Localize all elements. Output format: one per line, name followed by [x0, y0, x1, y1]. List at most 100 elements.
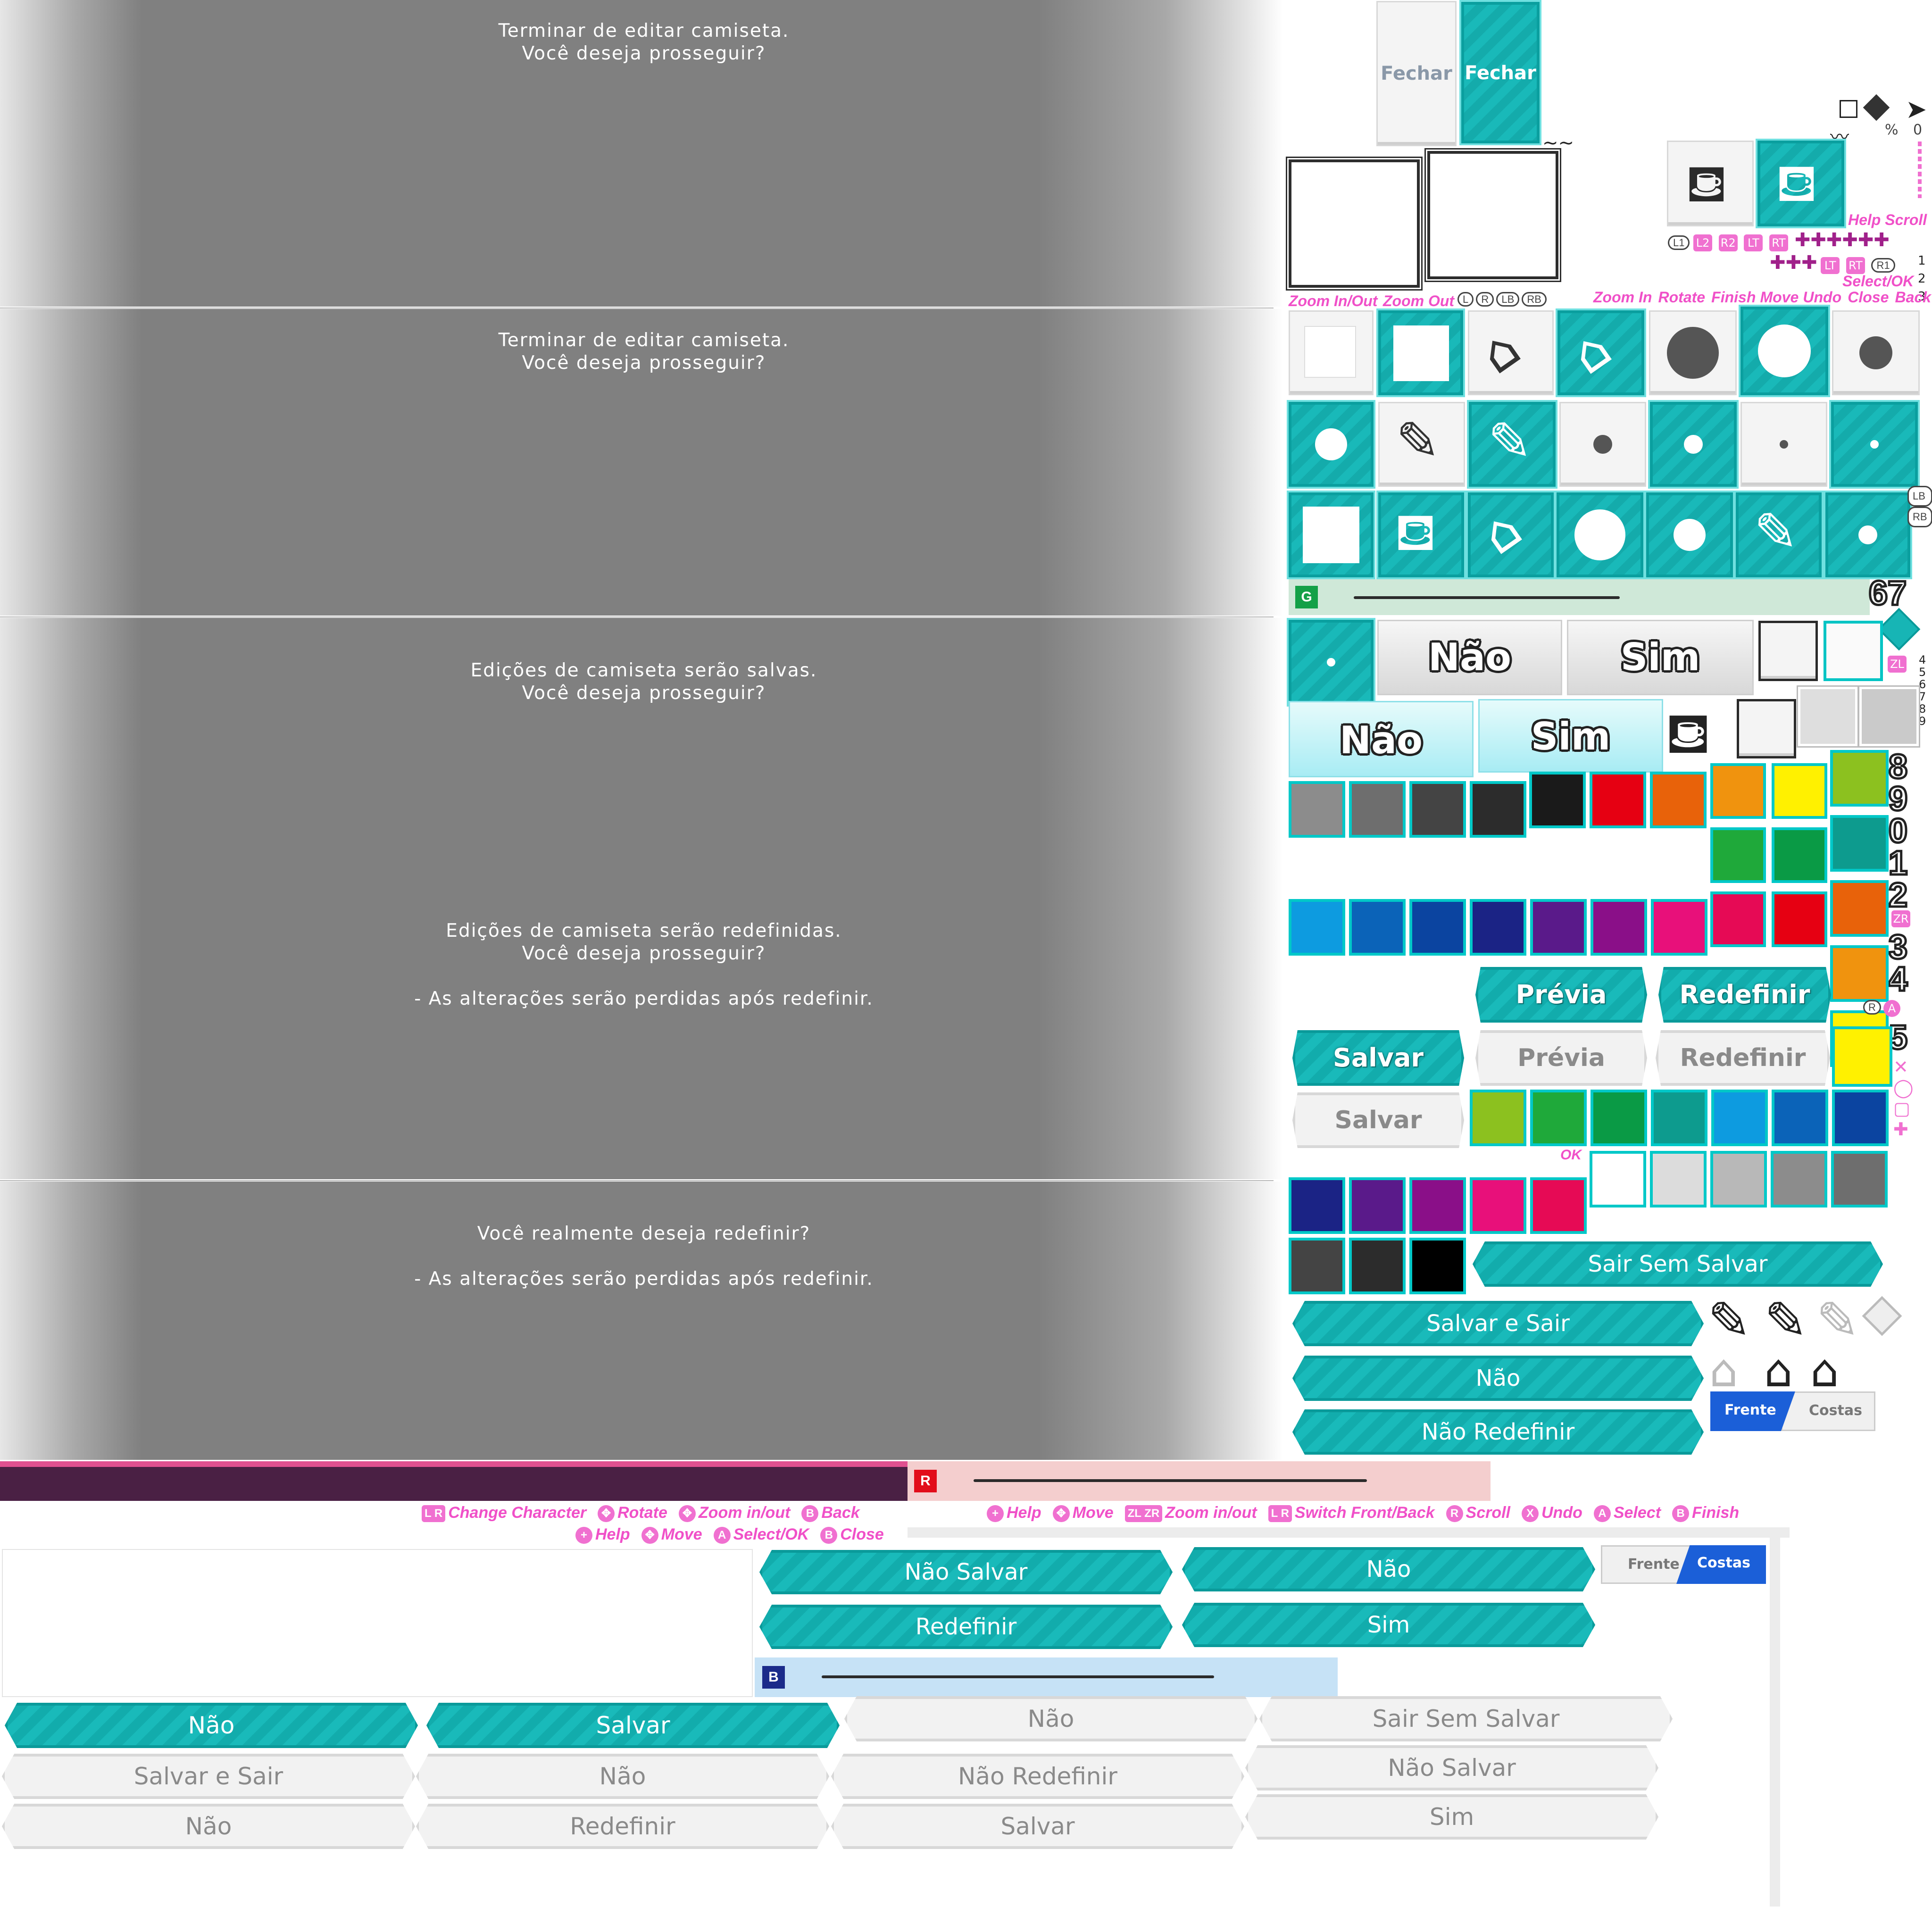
- no-button-inactive-3[interactable]: Não: [2, 1804, 415, 1849]
- color-swatch[interactable]: [1710, 891, 1766, 947]
- yes-wide-button[interactable]: Sim: [1182, 1603, 1595, 1647]
- close-button[interactable]: Fechar: [1376, 1, 1457, 146]
- tool-square-button[interactable]: [1289, 310, 1374, 395]
- color-swatch[interactable]: [1470, 781, 1526, 838]
- color-swatch[interactable]: [1289, 781, 1345, 838]
- front-back-toggle[interactable]: Frente Costas: [1710, 1391, 1876, 1431]
- brush-small-selected[interactable]: [1289, 620, 1374, 705]
- pen-button-selected[interactable]: ✎: [1469, 402, 1556, 487]
- yes-button-large[interactable]: Sim: [1567, 620, 1754, 695]
- red-slider-bar[interactable]: R: [908, 1461, 1491, 1501]
- color-swatch[interactable]: [1409, 1238, 1466, 1294]
- preview-button[interactable]: Prévia: [1475, 967, 1647, 1023]
- save-and-exit-inactive[interactable]: Salvar e Sair: [2, 1754, 415, 1799]
- color-swatch[interactable]: [1831, 1151, 1888, 1208]
- color-swatch[interactable]: [1772, 891, 1827, 947]
- preview-button-inactive[interactable]: Prévia: [1475, 1030, 1647, 1086]
- back-tab[interactable]: Costas: [1781, 1391, 1875, 1431]
- blue-slider-bar[interactable]: B: [755, 1657, 1338, 1697]
- save-inactive[interactable]: Salvar: [831, 1804, 1244, 1849]
- yellow-swatch[interactable]: [1832, 1026, 1892, 1087]
- reset-inactive[interactable]: Redefinir: [416, 1804, 829, 1849]
- color-swatch[interactable]: [1771, 1151, 1827, 1208]
- back-tab-active[interactable]: Costas: [1676, 1545, 1766, 1584]
- color-swatch[interactable]: [1590, 772, 1646, 828]
- color-swatch[interactable]: [1349, 1238, 1406, 1294]
- no-save-inactive[interactable]: Não Salvar: [1245, 1745, 1658, 1790]
- close-button-selected[interactable]: Fechar: [1461, 2, 1540, 143]
- color-swatch[interactable]: [1710, 763, 1766, 819]
- no-wide-button[interactable]: Não: [1292, 1356, 1704, 1401]
- no-button-grid[interactable]: Não: [5, 1703, 418, 1748]
- color-swatch[interactable]: [1530, 899, 1587, 956]
- brush-tiny-button-selected[interactable]: [1831, 402, 1918, 487]
- color-swatch[interactable]: [1409, 781, 1466, 838]
- color-swatch[interactable]: [1830, 750, 1889, 807]
- color-swatch[interactable]: [1470, 1090, 1526, 1146]
- brush-tiny-button[interactable]: [1740, 402, 1827, 487]
- color-swatch[interactable]: [1650, 1151, 1707, 1208]
- color-swatch[interactable]: [1830, 945, 1889, 1002]
- color-swatch[interactable]: [1289, 899, 1345, 956]
- color-swatch[interactable]: [1651, 1090, 1707, 1146]
- no-button-inactive-2[interactable]: Não: [416, 1754, 829, 1799]
- save-button-grid[interactable]: Salvar: [426, 1703, 840, 1748]
- color-swatch[interactable]: [1772, 827, 1827, 883]
- color-swatch[interactable]: [1651, 899, 1707, 956]
- eraser-active[interactable]: ⌂: [1468, 492, 1554, 577]
- color-swatch[interactable]: [1590, 1151, 1646, 1208]
- color-swatch[interactable]: [1832, 1090, 1889, 1146]
- color-swatch[interactable]: [1470, 1177, 1526, 1234]
- color-swatch[interactable]: [1349, 899, 1406, 956]
- color-swatch[interactable]: [1650, 772, 1707, 828]
- color-swatch[interactable]: [1711, 1090, 1768, 1146]
- green-slider-bar[interactable]: G: [1289, 579, 1870, 615]
- fill-tool-active[interactable]: ⛾: [1378, 492, 1464, 577]
- color-swatch[interactable]: [1349, 1177, 1406, 1234]
- tool-square-active[interactable]: [1289, 492, 1374, 577]
- no-button-grid-inactive[interactable]: Não: [844, 1696, 1257, 1741]
- reset-button-inactive[interactable]: Redefinir: [1656, 1030, 1830, 1086]
- color-swatch[interactable]: [1409, 1177, 1466, 1234]
- exit-without-save-button[interactable]: Sair Sem Salvar: [1473, 1241, 1883, 1287]
- color-swatch[interactable]: [1830, 815, 1889, 872]
- pen-button[interactable]: ✎: [1378, 402, 1465, 487]
- brush-medium-active[interactable]: [1646, 492, 1733, 577]
- fill-tool-button-selected[interactable]: ⛾: [1757, 141, 1844, 226]
- color-swatch[interactable]: [1530, 1090, 1587, 1146]
- brush-medium-button-selected[interactable]: [1289, 402, 1374, 487]
- yes-inactive[interactable]: Sim: [1245, 1794, 1658, 1840]
- color-swatch[interactable]: [1830, 880, 1889, 937]
- brush-medium-button[interactable]: [1832, 310, 1920, 395]
- color-swatch[interactable]: [1710, 1151, 1767, 1208]
- brush-large-button-selected[interactable]: [1740, 307, 1828, 395]
- reset-button[interactable]: Redefinir: [1658, 967, 1831, 1023]
- yes-button-glow[interactable]: Sim: [1478, 699, 1663, 773]
- color-swatch[interactable]: [1470, 899, 1526, 956]
- color-swatch[interactable]: [1289, 1177, 1345, 1234]
- no-reset-button[interactable]: Não Redefinir: [1292, 1409, 1704, 1455]
- brush-small-button-selected[interactable]: [1650, 402, 1737, 487]
- pen-active[interactable]: ✎: [1736, 492, 1822, 577]
- color-swatch[interactable]: [1529, 772, 1586, 828]
- tool-square-button-selected[interactable]: [1378, 310, 1463, 395]
- color-swatch[interactable]: [1772, 763, 1827, 819]
- no-button-bottom[interactable]: Não: [1182, 1547, 1595, 1591]
- save-button[interactable]: Salvar: [1292, 1030, 1464, 1086]
- color-swatch[interactable]: [1591, 899, 1647, 956]
- color-swatch[interactable]: [1591, 1090, 1647, 1146]
- no-button-large[interactable]: Não: [1377, 620, 1562, 695]
- front-back-toggle-2[interactable]: Frente Costas: [1601, 1545, 1766, 1584]
- eraser-button[interactable]: ⌂: [1468, 310, 1554, 395]
- color-swatch[interactable]: [1409, 899, 1466, 956]
- color-swatch[interactable]: [1710, 827, 1766, 883]
- brush-large-button[interactable]: [1649, 310, 1737, 395]
- no-button-glow[interactable]: Não: [1289, 701, 1474, 777]
- brush-large-active[interactable]: [1557, 492, 1643, 577]
- eraser-button-selected[interactable]: ⌂: [1557, 310, 1644, 395]
- no-save-button[interactable]: Não Salvar: [759, 1550, 1173, 1594]
- color-swatch[interactable]: [1349, 781, 1406, 838]
- color-swatch[interactable]: [1289, 1238, 1345, 1294]
- brush-small-button[interactable]: [1559, 402, 1646, 487]
- brush-small-active[interactable]: [1825, 492, 1910, 577]
